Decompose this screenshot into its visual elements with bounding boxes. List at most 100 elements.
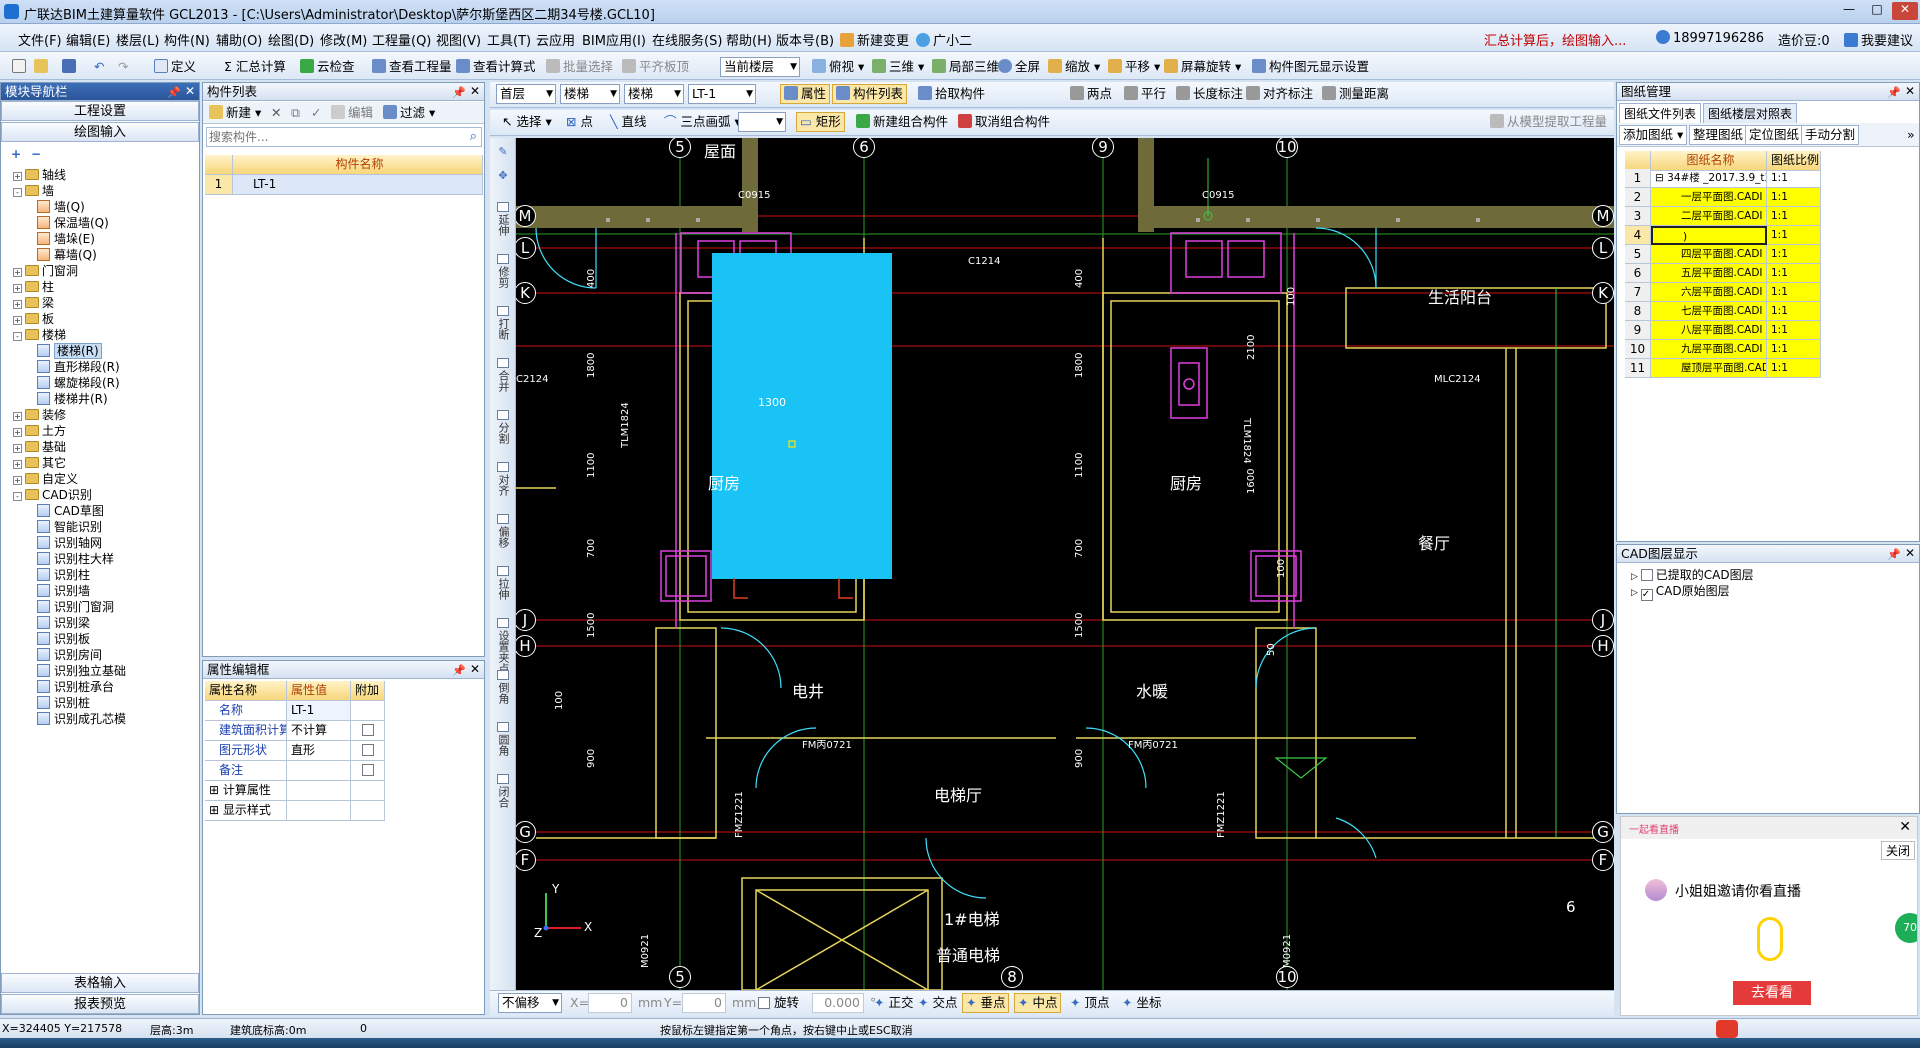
tree-item[interactable]: 识别桩承台 [37, 679, 114, 695]
tree-item[interactable]: 识别板 [37, 631, 90, 647]
tree-item[interactable]: + 柱 [13, 279, 54, 295]
drawing-row-name[interactable]: ) [1651, 226, 1767, 245]
layer-checkbox[interactable] [1640, 569, 1653, 581]
side-tool-button[interactable]: 闭合 [490, 774, 516, 820]
drawing-row-name[interactable]: 二层平面图.CADI [1651, 207, 1767, 226]
assistant-button[interactable]: 广小二 [916, 30, 972, 49]
tree-item[interactable]: 识别成孔芯模 [37, 711, 126, 727]
live-close-button[interactable]: 关闭 [1880, 841, 1915, 860]
define-button[interactable]: 定义 [150, 57, 200, 77]
measure-button[interactable]: 测量距离 [1318, 84, 1393, 104]
tree-item[interactable]: 识别柱大样 [37, 551, 114, 567]
report-preview-button[interactable]: 报表预览 [1, 994, 199, 1014]
tree-item[interactable]: 墙垛(E) [37, 231, 95, 247]
length-dim-button[interactable]: 长度标注 [1172, 84, 1247, 104]
filter-button[interactable]: 过滤 ▾ [379, 103, 439, 123]
expand-icon[interactable]: + [13, 316, 22, 325]
side-tool-button[interactable]: 设置夹点 [490, 618, 516, 674]
delete-component-button[interactable]: ✕ [267, 103, 285, 123]
undo-button[interactable]: ↶ [90, 57, 108, 77]
side-tool-button[interactable]: 分割 [490, 410, 516, 456]
align-dim-button[interactable]: 对齐标注 [1242, 84, 1317, 104]
side-tool-button[interactable]: 延伸 [490, 202, 516, 248]
tree-item[interactable]: 识别独立基础 [37, 663, 126, 679]
snap-button[interactable]: ✦ 正交 [870, 993, 917, 1013]
new-group-button[interactable]: 新建组合构件 [852, 112, 952, 132]
flush-slab-button[interactable]: 平齐板顶 [618, 57, 693, 77]
close-icon[interactable]: ✕ [470, 661, 480, 678]
tree-item[interactable]: 楼梯井(R) [37, 391, 108, 407]
drawing-row-scale[interactable]: 1:1 [1767, 207, 1821, 226]
tree-item[interactable]: CAD草图 [37, 503, 104, 519]
property-extra[interactable] [351, 741, 385, 761]
organize-drawing-button[interactable]: 整理图纸 [1689, 125, 1748, 145]
drawing-row-scale[interactable]: 1:1 [1767, 264, 1821, 283]
side-tool-button[interactable]: 圆角 [490, 722, 516, 768]
pin-icon[interactable]: 📌 [1887, 546, 1901, 563]
rect-button[interactable]: ▭ 矩形 [796, 112, 845, 132]
summary-calc-button[interactable]: Σ 汇总计算 [220, 57, 290, 77]
snap-button[interactable]: ✦ 坐标 [1118, 993, 1165, 1013]
collapse-icon[interactable]: - [13, 332, 22, 341]
side-tool-button[interactable]: 合并 [490, 358, 516, 404]
expand-icon[interactable]: + [13, 284, 22, 293]
tree-item[interactable]: 识别房间 [37, 647, 102, 663]
tree-item[interactable]: - CAD识别 [13, 487, 92, 503]
side-tool-button[interactable]: 拉伸 [490, 566, 516, 612]
snap-button[interactable]: ✦ 顶点 [1066, 993, 1113, 1013]
arc-button[interactable]: ⌒ 三点画弧 ▾ [660, 112, 745, 132]
expand-icon[interactable]: + [13, 444, 22, 453]
drawing-row-scale[interactable]: 1:1 [1767, 321, 1821, 340]
tree-item[interactable]: + 土方 [13, 423, 66, 439]
tree-item[interactable]: + 门窗洞 [13, 263, 78, 279]
expand-icon[interactable]: ▷ [1631, 572, 1641, 582]
point-button[interactable]: ⊠ 点 [562, 112, 597, 132]
cad-canvas[interactable]: 屋面 厨房 厨房 生活阳台 餐厅 电井 水暖 电梯厅 1#电梯 普通电梯 C09… [516, 138, 1614, 990]
property-extra[interactable] [351, 761, 385, 781]
locate-drawing-button[interactable]: 定位图纸 [1745, 125, 1804, 145]
move-icon[interactable]: ✥ [490, 170, 516, 190]
pan-button[interactable]: 平移 ▾ [1104, 57, 1164, 77]
drawing-row-scale[interactable]: 1:1 [1767, 226, 1821, 245]
tree-item[interactable]: 识别轴网 [37, 535, 102, 551]
parallel-button[interactable]: 平行 [1120, 84, 1170, 104]
drawing-row-name[interactable]: 一层平面图.CADI [1651, 188, 1767, 207]
component-select[interactable]: LT-1 ▼ [688, 84, 756, 104]
screen-rotate-button[interactable]: 屏幕旋转 ▾ [1160, 57, 1245, 77]
property-value[interactable]: LT-1 [287, 701, 351, 721]
search-input[interactable] [209, 129, 457, 145]
collapse-icon[interactable]: ⊟ [1655, 172, 1667, 184]
expand-icon[interactable]: ▷ [1631, 588, 1641, 598]
drawing-row-name[interactable]: 五层平面图.CADI [1651, 264, 1767, 283]
zoom-button[interactable]: 缩放 ▾ [1044, 57, 1104, 77]
manual-split-button[interactable]: 手动分割 [1801, 125, 1860, 145]
expand-icon[interactable]: + [13, 460, 22, 469]
component-list-button[interactable]: 构件列表 [832, 84, 908, 104]
rotate-input[interactable]: 0.000 [812, 993, 864, 1013]
maximize-button[interactable]: □ [1864, 2, 1890, 20]
tree-item[interactable]: 直形梯段(R) [37, 359, 120, 375]
property-checkbox[interactable] [361, 764, 374, 776]
expand-all-icon[interactable]: + [11, 147, 21, 161]
pick-component-button[interactable]: 拾取构件 [914, 84, 989, 104]
two-point-button[interactable]: 两点 [1066, 84, 1116, 104]
tab-file-list[interactable]: 图纸文件列表 [1619, 103, 1702, 123]
save-button[interactable] [58, 57, 83, 77]
extract-quantity-button[interactable]: 从模型提取工程量 [1486, 112, 1611, 132]
property-checkbox[interactable] [361, 744, 374, 756]
live-watch-button[interactable]: 去看看 [1733, 981, 1811, 1005]
edit-component-button[interactable]: 编辑 [327, 103, 377, 123]
side-tool-button[interactable]: 对齐 [490, 462, 516, 508]
tree-item[interactable]: + 装修 [13, 407, 66, 423]
tree-item[interactable]: 楼梯(R) [37, 343, 102, 359]
close-icon[interactable]: ✕ [470, 83, 480, 100]
tree-item[interactable]: 幕墙(Q) [37, 247, 97, 263]
drawing-row-name[interactable]: 六层平面图.CADI [1651, 283, 1767, 302]
tree-item[interactable]: -墙 [13, 183, 54, 199]
expand-icon[interactable]: + [13, 412, 22, 421]
expand-icon[interactable]: + [13, 268, 22, 277]
menu-version[interactable]: 版本号(B) [776, 30, 834, 49]
draw-input-button[interactable]: 绘图输入 [1, 122, 199, 142]
tree-item[interactable]: + 基础 [13, 439, 66, 455]
ime-icon[interactable] [1716, 1020, 1738, 1038]
